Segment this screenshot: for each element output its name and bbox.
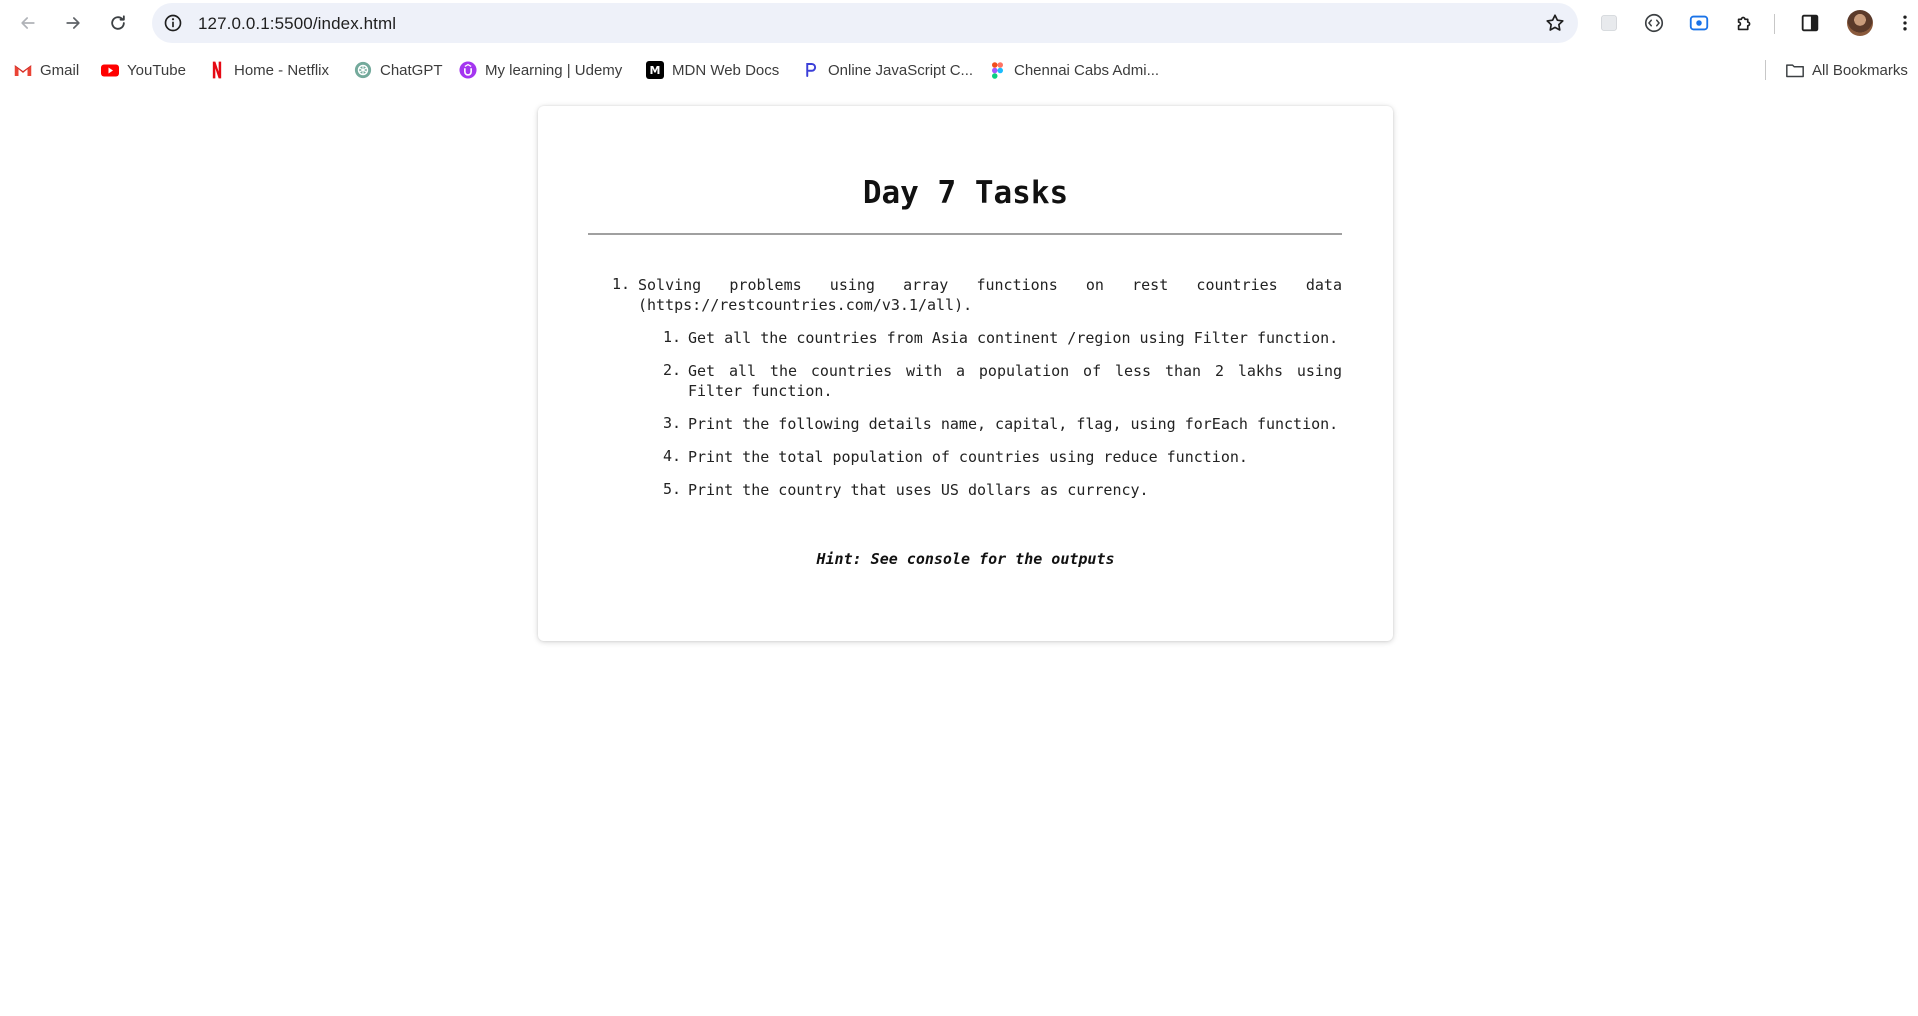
page-title: Day 7 Tasks xyxy=(862,175,1069,211)
kebab-menu-icon[interactable] xyxy=(1892,10,1918,36)
subtask-text: Get all the countries from Asia continen… xyxy=(688,329,1339,347)
devtools-extension-icon[interactable] xyxy=(1641,10,1667,36)
title-divider xyxy=(588,233,1342,235)
bookmark-label: Gmail xyxy=(40,61,80,79)
bookmark-label: YouTube xyxy=(127,61,186,79)
bookmark-chatgpt[interactable]: ChatGPT xyxy=(354,56,443,84)
mdn-icon: M xyxy=(646,61,664,79)
toolbar-divider xyxy=(1774,14,1775,34)
browser-toolbar: 127.0.0.1:5500/index.html xyxy=(0,0,1918,46)
subtask-number: 1. xyxy=(662,328,681,346)
all-bookmarks-button[interactable]: All Bookmarks xyxy=(1786,56,1908,84)
subtask-number: 3. xyxy=(662,414,681,432)
subtask-text: Print the following details name, capita… xyxy=(688,415,1339,433)
url-text[interactable]: 127.0.0.1:5500/index.html xyxy=(198,14,396,34)
task-text: Solving problems using array functions o… xyxy=(638,276,1342,314)
bookmark-udemy[interactable]: My learning | Udemy xyxy=(459,56,622,84)
extension-icon[interactable] xyxy=(1596,10,1622,36)
subtask-number: 5. xyxy=(662,480,681,498)
subtask-number: 2. xyxy=(662,361,681,379)
youtube-icon xyxy=(101,61,119,79)
subtask-text: Print the total population of countries … xyxy=(688,448,1248,466)
udemy-icon xyxy=(459,61,477,79)
bookmark-label: Online JavaScript C... xyxy=(828,61,974,79)
bookmark-mdn[interactable]: M MDN Web Docs xyxy=(646,56,779,84)
bookmark-gmail[interactable]: Gmail xyxy=(14,56,79,84)
subtask-text: Print the country that uses US dollars a… xyxy=(688,481,1149,499)
bookmarks-divider xyxy=(1765,60,1766,80)
bookmarks-bar: Gmail YouTube Home - Netflix ChatGPT My … xyxy=(0,56,1918,84)
bookmark-label: Home - Netflix xyxy=(234,61,330,79)
site-info-icon[interactable] xyxy=(162,12,184,34)
figma-icon xyxy=(988,61,1006,79)
screen-recorder-icon[interactable] xyxy=(1686,10,1712,36)
bookmark-netflix[interactable]: Home - Netflix xyxy=(208,56,329,84)
reload-icon[interactable] xyxy=(104,9,132,37)
address-bar[interactable]: 127.0.0.1:5500/index.html xyxy=(152,3,1578,43)
bookmark-online-js[interactable]: Online JavaScript C... xyxy=(802,56,973,84)
side-panel-icon[interactable] xyxy=(1797,10,1823,36)
bookmark-label: ChatGPT xyxy=(380,61,443,79)
subtask-number: 4. xyxy=(662,447,681,465)
bookmark-chennai-cabs[interactable]: Chennai Cabs Admi... xyxy=(988,56,1159,84)
gmail-icon xyxy=(14,61,32,79)
bookmark-label: My learning | Udemy xyxy=(485,61,623,79)
folder-icon xyxy=(1786,61,1804,79)
bookmark-label: MDN Web Docs xyxy=(672,61,780,79)
back-icon[interactable] xyxy=(14,9,42,37)
netflix-icon xyxy=(208,61,226,79)
bookmark-star-icon[interactable] xyxy=(1544,12,1566,34)
task-number: 1. xyxy=(611,275,630,293)
all-bookmarks-label: All Bookmarks xyxy=(1812,61,1908,79)
forward-icon[interactable] xyxy=(59,9,87,37)
subtask-text: Get all the countries with a population … xyxy=(688,362,1342,400)
hint-text: Hint: See console for the outputs xyxy=(816,550,1115,568)
profile-avatar[interactable] xyxy=(1847,10,1873,36)
bookmark-youtube[interactable]: YouTube xyxy=(101,56,186,84)
programiz-icon xyxy=(802,61,820,79)
bookmark-label: Chennai Cabs Admi... xyxy=(1014,61,1160,79)
chatgpt-icon xyxy=(354,61,372,79)
extensions-puzzle-icon[interactable] xyxy=(1732,10,1758,36)
